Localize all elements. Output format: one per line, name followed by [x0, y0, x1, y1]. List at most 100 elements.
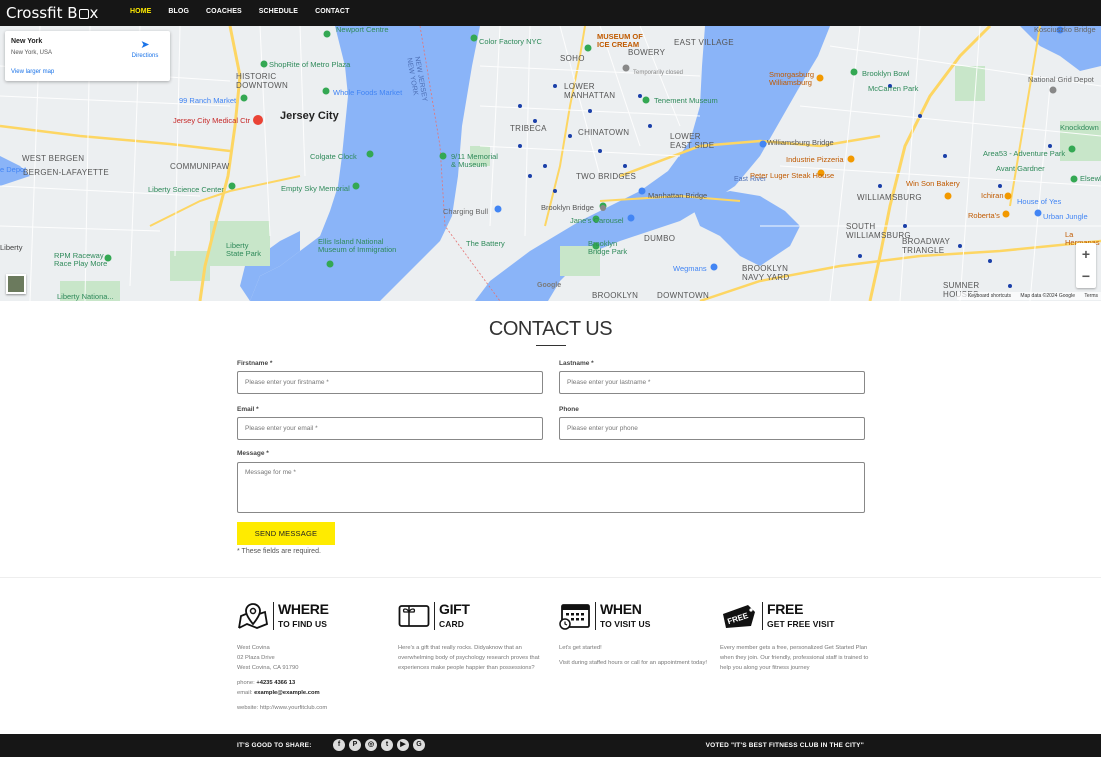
map-label-99-ranch: 99 Ranch Market [179, 96, 237, 105]
view-larger-map-link[interactable]: View larger map [11, 69, 54, 75]
map-label-win-son: Win Son Bakery [906, 179, 960, 188]
map-label-liberty-edge: Liberty [0, 243, 23, 252]
map-label-bowery: BOWERY [628, 48, 666, 57]
gift-text: Here's a gift that really rocks. Didyakn… [398, 645, 540, 671]
email-label: Email * [237, 406, 259, 413]
map-label-ichiran: Ichiran [981, 191, 1004, 200]
when-text: Visit during staffed hours or call for a… [559, 660, 708, 666]
map-zoom-control: + − [1076, 243, 1096, 288]
map-pin-icon [238, 603, 269, 629]
map-label-kosciuszko: Kosciuszko Bridge [1034, 26, 1096, 34]
map-label-peter-luger: Peter Luger Steak House [750, 171, 835, 180]
map-data-text: Map data ©2024 Google [1020, 293, 1075, 299]
map-label-historic-downtown: HISTORIC DOWNTOWN [236, 72, 289, 90]
email-address[interactable]: example@example.com [254, 690, 320, 696]
instagram-icon[interactable]: ◎ [365, 739, 377, 751]
free-heading: FREE [767, 601, 804, 617]
when-subheading: TO VISIT US [600, 619, 651, 629]
main-nav: HOME BLOG COACHES SCHEDULE CONTACT [130, 8, 366, 15]
pinterest-icon[interactable]: P [349, 739, 361, 751]
footer-bar: IT'S GOOD TO SHARE: f P ◎ t ▶ G VOTED "I… [0, 734, 1101, 757]
map-label-knockdown: Knockdown [1060, 123, 1099, 132]
zoom-out-button[interactable]: − [1076, 265, 1096, 287]
map-label-liberty-science: Liberty Science Center [148, 185, 224, 194]
embedded-map[interactable]: Newport Centre ShopRite of Metro Plaza H… [0, 26, 1101, 301]
message-label: Message * [237, 450, 269, 457]
map-label-janes-carousel: Jane's Carousel [570, 216, 624, 225]
google-watermark: Google [537, 282, 562, 289]
map-label-museum-ice-cream: MUSEUM OF ICE CREAM [597, 32, 643, 49]
phone-label: Phone [559, 406, 579, 413]
map-label-jersey-city: Jersey City [280, 110, 339, 122]
map-label-temporarily-closed: Temporarily closed [633, 70, 684, 76]
map-label-west-bergen: WEST BERGEN [22, 154, 85, 163]
map-label-communipaw: COMMUNIPAW [170, 162, 230, 171]
heading-divider [273, 602, 274, 630]
firstname-label: Firstname * [237, 360, 273, 367]
map-label-area53: Area53 - Adventure Park [983, 149, 1066, 158]
map-attribution: Keyboard shortcuts Map data ©2024 Google… [956, 292, 1101, 300]
satellite-toggle[interactable] [6, 274, 26, 294]
required-note: * These fields are required. [237, 548, 321, 555]
gift-heading: GIFT [439, 601, 470, 617]
nav-contact[interactable]: CONTACT [315, 8, 349, 15]
map-label-rpm-raceway: RPM Raceway Race Play More [54, 251, 108, 268]
social-links: f P ◎ t ▶ G [333, 739, 425, 751]
firstname-field[interactable]: Please enter your firstname * [237, 371, 543, 394]
site-logo[interactable]: Crossfit Bx [6, 4, 98, 22]
map-label-charging-bull: Charging Bull [443, 207, 489, 216]
map-label-whole-foods: Whole Foods Market [333, 88, 403, 97]
map-label-national-grid: National Grid Depot [1028, 75, 1094, 84]
map-label-dumbo: DUMBO [644, 234, 676, 243]
twitter-icon[interactable]: t [381, 739, 393, 751]
map-label-tenement-museum: Tenement Museum [654, 96, 718, 105]
map-label-navy-yard: BROOKLYN NAVY YARD [742, 264, 790, 282]
map-label-east-village: EAST VILLAGE [674, 38, 734, 47]
map-label-urban-jungle: Urban Jungle [1043, 212, 1088, 221]
map-label-brooklyn: BROOKLYN [592, 291, 639, 300]
heading-divider [762, 602, 763, 630]
map-label-williamsburg-bridge: Williamsburg Bridge [767, 138, 834, 147]
map-label-williamsburg: WILLIAMSBURG [857, 193, 922, 202]
when-column: WHEN TO VISIT US Let's get started! Visi… [559, 602, 709, 668]
send-message-button[interactable]: SEND MESSAGE [237, 522, 335, 545]
section-divider [0, 577, 1101, 578]
map-label-industrie-pizzeria: Industrie Pizzeria [786, 155, 844, 164]
lastname-field[interactable]: Please enter your lastname * [559, 371, 865, 394]
terms-link[interactable]: Terms [1084, 293, 1098, 299]
map-label-liberty-national: Liberty Nationa... [57, 292, 114, 301]
map-label-brooklyn-bridge: Brooklyn Bridge [541, 203, 594, 212]
map-place-card: New York New York, USA View larger map ➤… [5, 31, 170, 81]
google-plus-icon[interactable]: G [413, 739, 425, 751]
nav-blog[interactable]: BLOG [168, 8, 189, 15]
map-label-empty-sky: Empty Sky Memorial [281, 184, 350, 193]
where-column: WHERE TO FIND US West Covina 02 Plaza Dr… [237, 602, 387, 713]
map-label-bergen-lafayette: BERGEN-LAFAYETTE [23, 168, 110, 177]
map-label-brooklyn-bowl: Brooklyn Bowl [862, 69, 910, 78]
map-label-shoprite: ShopRite of Metro Plaza [269, 60, 351, 69]
youtube-icon[interactable]: ▶ [397, 739, 409, 751]
website-link[interactable]: http://www.yourfitclub.com [260, 705, 327, 711]
phone-field[interactable]: Please enter your phone [559, 417, 865, 440]
when-text-intro: Let's get started! [559, 645, 602, 651]
gift-card-icon [398, 605, 430, 627]
nav-coaches[interactable]: COACHES [206, 8, 242, 15]
map-label-jc-medical: Jersey City Medical Ctr [173, 116, 251, 125]
map-label-manhattan-bridge: Manhattan Bridge [648, 191, 708, 200]
phone-number[interactable]: +4235 4366 13 [256, 680, 295, 686]
message-textarea[interactable]: Message for me * [237, 462, 865, 513]
map-label-lower-manhattan: LOWER MANHATTAN [564, 82, 616, 100]
map-label-ellis-island: Ellis Island National Museum of Immigrat… [318, 237, 397, 254]
address-line: West Covina [237, 645, 270, 651]
directions-icon: ➤ [140, 39, 150, 51]
directions-button[interactable]: ➤ Directions [130, 39, 160, 59]
nav-home[interactable]: HOME [130, 8, 151, 15]
facebook-icon[interactable]: f [333, 739, 345, 751]
map-place-title: New York [11, 38, 43, 45]
nav-schedule[interactable]: SCHEDULE [259, 8, 298, 15]
free-text: Every member gets a free, personalized G… [720, 645, 869, 671]
keyboard-shortcuts-link[interactable]: Keyboard shortcuts [968, 293, 1011, 299]
email-field[interactable]: Please enter your email * [237, 417, 543, 440]
directions-label: Directions [131, 53, 159, 59]
zoom-in-button[interactable]: + [1076, 243, 1096, 265]
